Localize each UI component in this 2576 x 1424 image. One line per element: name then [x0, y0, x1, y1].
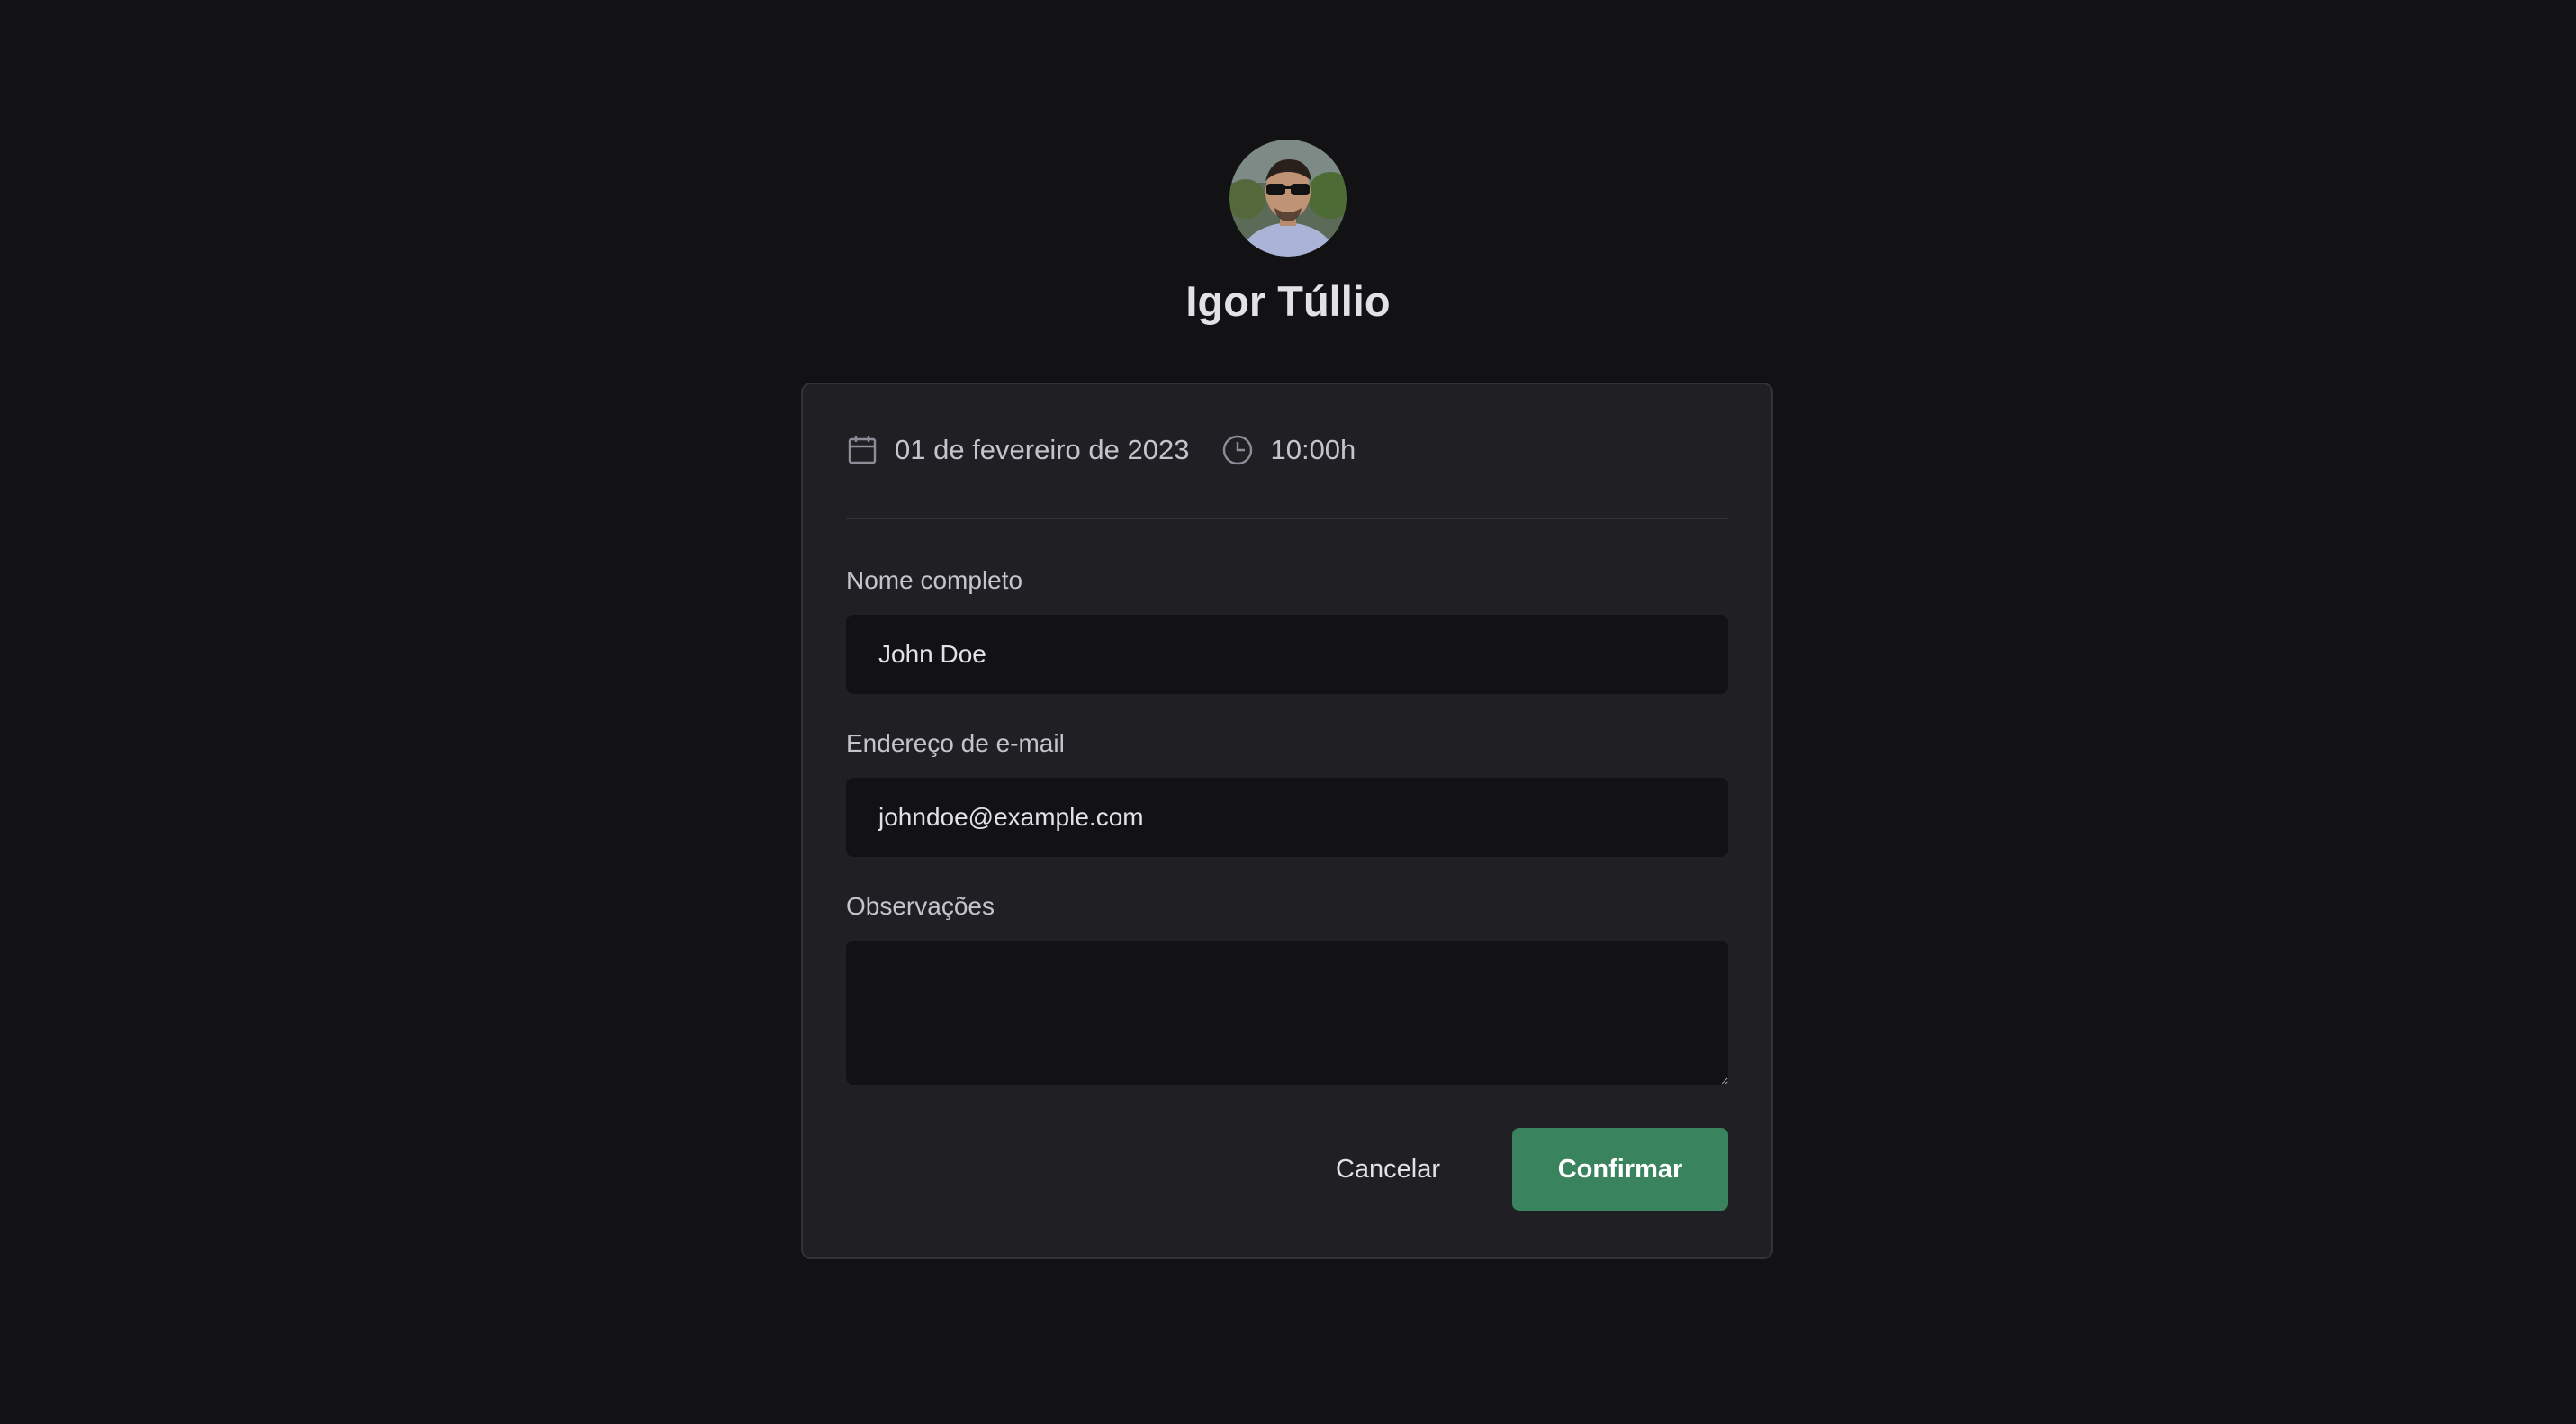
scheduled-date: 01 de fevereiro de 2023	[846, 434, 1189, 466]
avatar	[1229, 140, 1347, 257]
email-label: Endereço de e-mail	[846, 729, 1065, 757]
clock-icon	[1223, 435, 1253, 465]
booking-form-card: 01 de fevereiro de 2023 10:00h Nome comp…	[801, 383, 1773, 1259]
name-label: Nome completo	[846, 566, 1023, 594]
schedule-summary: 01 de fevereiro de 2023 10:00h	[846, 384, 1728, 519]
form-actions: Cancelar Confirmar	[846, 1128, 1728, 1211]
cancel-button[interactable]: Cancelar	[1296, 1128, 1480, 1211]
booking-page: Igor Túllio 01 de fevereiro de 2023 10:0…	[0, 0, 2576, 1424]
time-text: 10:00h	[1270, 434, 1356, 465]
confirm-button[interactable]: Confirmar	[1512, 1128, 1728, 1211]
name-input[interactable]	[846, 615, 1728, 694]
user-name: Igor Túllio	[1185, 277, 1391, 325]
calendar-icon	[848, 436, 877, 464]
profile-header: Igor Túllio	[0, 140, 2576, 327]
notes-label: Observações	[846, 892, 995, 920]
email-input[interactable]	[846, 778, 1728, 857]
scheduled-time: 10:00h	[1221, 434, 1356, 466]
notes-textarea[interactable]	[846, 941, 1728, 1085]
date-text: 01 de fevereiro de 2023	[895, 434, 1190, 465]
